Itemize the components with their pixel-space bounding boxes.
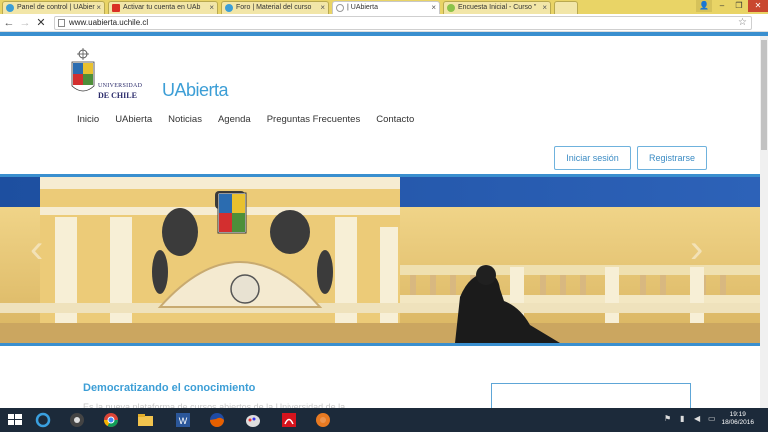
slider-next-icon[interactable]: ›	[690, 227, 703, 272]
url-text: www.uabierta.uchile.cl	[69, 18, 149, 27]
university-crest-icon	[71, 48, 95, 92]
stop-button[interactable]: ✕	[34, 16, 48, 30]
browser-tab-strip: Panel de control | UAbier × Activar tu c…	[0, 0, 768, 14]
browser-toolbar: ← → ✕ www.uabierta.uchile.cl ☆	[0, 14, 768, 32]
flag-icon[interactable]: ⚑	[664, 414, 671, 423]
page-icon	[58, 19, 65, 27]
nav-noticias[interactable]: Noticias	[168, 114, 202, 125]
slider-prev-icon[interactable]: ‹	[30, 227, 43, 272]
tab-label: Activar tu cuenta en UAb	[123, 4, 201, 11]
nav-contacto[interactable]: Contacto	[376, 114, 414, 125]
university-name-line2: DE CHILE	[98, 91, 137, 100]
new-tab-button[interactable]	[554, 1, 578, 14]
maximize-button[interactable]: ❐	[731, 0, 747, 12]
screen: Panel de control | UAbier × Activar tu c…	[0, 0, 768, 432]
tab-encuesta[interactable]: Encuesta Inicial - Curso " ×	[443, 1, 551, 14]
windows-taskbar: W ⚑ ▮ ◀ ▭ 19:19 18/06/2016	[0, 408, 768, 432]
tab-label: Foro | Material del curso	[236, 4, 312, 11]
gmail-favicon-icon	[112, 4, 120, 12]
start-icon[interactable]	[4, 411, 26, 429]
paint-icon[interactable]	[242, 411, 264, 429]
tab-label: | UAbierta	[347, 4, 378, 11]
system-clock[interactable]: 19:19 18/06/2016	[721, 411, 754, 427]
tab-panel-de-control[interactable]: Panel de control | UAbier ×	[2, 1, 105, 14]
login-button[interactable]: Iniciar sesión	[554, 146, 631, 170]
minimize-button[interactable]: –	[714, 0, 730, 12]
media-icon[interactable]	[66, 411, 88, 429]
game-icon[interactable]	[312, 411, 334, 429]
university-name-line1: UNIVERSIDAD	[98, 83, 143, 89]
bookmark-star-icon[interactable]: ☆	[738, 17, 747, 29]
main-navigation: Inicio UAbierta Noticias Agenda Pregunta…	[77, 114, 430, 125]
back-button[interactable]: ←	[2, 16, 16, 30]
forward-button[interactable]: →	[18, 16, 32, 30]
chrome-icon[interactable]	[100, 411, 122, 429]
user-icon[interactable]: 👤	[696, 0, 712, 12]
clock-date: 18/06/2016	[721, 419, 754, 426]
web-page: UNIVERSIDAD DE CHILE UAbierta Inicio UAb…	[0, 36, 760, 432]
tab-label: Encuesta Inicial - Curso "	[458, 4, 537, 11]
close-tab-icon[interactable]: ×	[209, 2, 214, 13]
close-tab-icon[interactable]: ×	[320, 2, 325, 13]
folder-icon[interactable]	[134, 411, 156, 429]
page-scrollbar-thumb[interactable]	[761, 40, 767, 150]
section-title: Democratizando el conocimiento	[83, 382, 256, 394]
volume-icon[interactable]: ◀	[694, 414, 700, 423]
nav-preguntas-frecuentes[interactable]: Preguntas Frecuentes	[267, 114, 360, 125]
survey-favicon-icon	[447, 4, 455, 12]
register-button[interactable]: Registrarse	[637, 146, 707, 170]
tab-uabierta[interactable]: | UAbierta ×	[332, 1, 440, 14]
nav-uabierta[interactable]: UAbierta	[115, 114, 152, 125]
clock-time: 19:19	[729, 411, 746, 418]
tab-label: Panel de control | UAbier	[17, 4, 95, 11]
word-icon[interactable]: W	[172, 411, 194, 429]
acrobat-icon[interactable]	[278, 411, 300, 429]
uabierta-favicon-icon	[6, 4, 14, 12]
ie-icon[interactable]	[32, 411, 54, 429]
firefox-icon[interactable]	[206, 411, 228, 429]
tab-activar-cuenta[interactable]: Activar tu cuenta en UAb ×	[108, 1, 218, 14]
close-tab-icon[interactable]: ×	[431, 2, 436, 13]
hero-image-casa-central	[0, 177, 760, 343]
address-bar[interactable]: www.uabierta.uchile.cl ☆	[54, 16, 752, 30]
hero-slider[interactable]: ‹ ›	[0, 174, 760, 346]
close-tab-icon[interactable]: ×	[96, 2, 101, 13]
svg-text:W: W	[179, 416, 188, 426]
notifications-icon[interactable]: ▭	[708, 414, 716, 423]
nav-agenda[interactable]: Agenda	[218, 114, 251, 125]
network-icon[interactable]: ▮	[680, 414, 684, 423]
uabierta-favicon-icon	[225, 4, 233, 12]
uabierta-logo[interactable]: UAbierta	[162, 80, 229, 101]
tab-foro[interactable]: Foro | Material del curso ×	[221, 1, 329, 14]
loading-icon	[336, 4, 344, 12]
nav-inicio[interactable]: Inicio	[77, 114, 99, 125]
close-tab-icon[interactable]: ×	[542, 2, 547, 13]
close-window-button[interactable]: ✕	[748, 0, 768, 12]
